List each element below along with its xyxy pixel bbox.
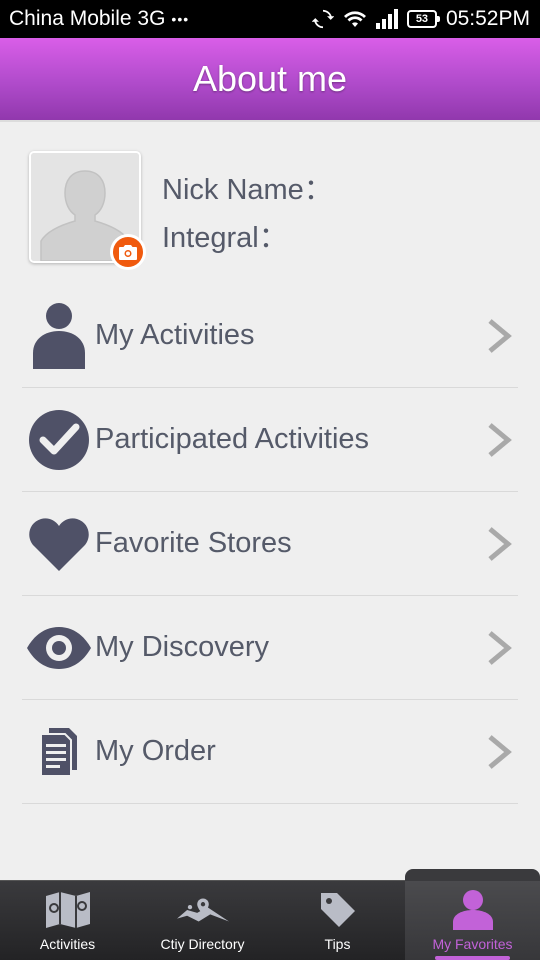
chevron-right-icon <box>488 526 512 561</box>
camera-icon <box>119 244 137 260</box>
heart-icon <box>26 511 92 577</box>
menu-item-favorite-stores[interactable]: Favorite Stores <box>22 492 518 596</box>
location-pin-icon <box>176 888 229 932</box>
tab-my-favorites[interactable]: My Favorites <box>405 869 540 960</box>
tag-icon <box>312 888 364 932</box>
bottom-tab-bar: Activities Ctiy Directory Tips My Favori… <box>0 869 540 960</box>
battery-icon: 53 <box>406 10 440 28</box>
document-icon <box>26 719 92 785</box>
tab-label: Ctiy Directory <box>160 936 245 952</box>
chevron-right-icon <box>488 630 512 665</box>
check-circle-icon <box>26 407 92 473</box>
clock-text: 05:52PM <box>445 7 530 30</box>
sync-icon <box>311 9 334 29</box>
page-title: About me <box>192 58 348 99</box>
chevron-right-icon <box>488 734 512 769</box>
wifi-icon <box>343 11 366 27</box>
tab-label: My Favorites <box>432 936 513 952</box>
profile-section: Nick Name： Integral： <box>0 124 540 284</box>
chevron-right-icon <box>488 318 512 353</box>
tab-tips[interactable]: Tips <box>270 881 405 960</box>
menu-item-participated-activities[interactable]: Participated Activities <box>22 388 518 492</box>
header-bar: About me <box>0 38 540 122</box>
carrier-text: China Mobile 3G <box>9 7 166 30</box>
menu-item-label: My Order <box>95 735 216 767</box>
menu-item-label: Favorite Stores <box>95 527 292 559</box>
menu-item-label: My Discovery <box>95 631 270 663</box>
menu-item-my-order[interactable]: My Order <box>22 700 518 804</box>
menu-item-label: Participated Activities <box>95 423 370 455</box>
menu-list: My Activities Participated Activities Fa… <box>22 284 518 804</box>
tab-activities[interactable]: Activities <box>0 881 135 960</box>
chevron-right-icon <box>488 422 512 457</box>
tab-label: Tips <box>324 936 351 952</box>
user-icon <box>447 888 499 932</box>
menu-item-label: My Activities <box>95 319 255 351</box>
tab-city-directory[interactable]: Ctiy Directory <box>135 881 270 960</box>
signal-icon <box>375 9 398 29</box>
menu-item-my-activities[interactable]: My Activities <box>22 284 518 388</box>
tab-label: Activities <box>39 936 96 952</box>
eye-icon <box>26 615 92 681</box>
nick-name-label: Nick Name： <box>162 174 333 206</box>
person-icon <box>26 302 92 369</box>
notification-dots: ••• <box>171 11 190 27</box>
map-icon <box>42 888 94 932</box>
status-bar: China Mobile 3G ••• 53 05:52PM <box>0 0 540 38</box>
change-photo-button[interactable] <box>110 234 146 270</box>
integral-label: Integral： <box>162 222 288 254</box>
menu-item-my-discovery[interactable]: My Discovery <box>22 596 518 700</box>
